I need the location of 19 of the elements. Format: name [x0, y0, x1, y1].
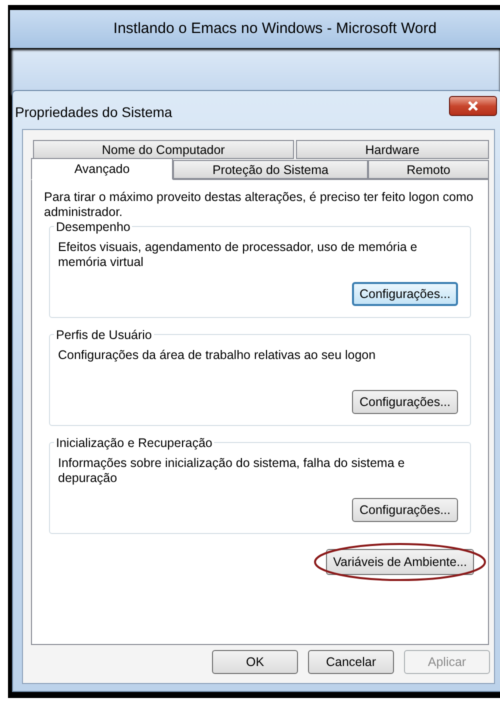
tab[interactable]: Nome do Computador [33, 140, 294, 159]
notice-text: Para tirar o máximo proveito destas alterações, é preciso ter feito logon como administrador. [43, 189, 474, 220]
dialog-button[interactable]: Cancelar [308, 650, 394, 674]
settings-button[interactable]: Configurações... [352, 498, 458, 522]
dialog-title: Propriedades do Sistema [15, 102, 172, 122]
tab[interactable]: Avançado [31, 158, 173, 180]
group-description: Efeitos visuais, agendamento de processador, uso de memória e memória virtual [58, 240, 418, 270]
window-title: Instlando o Emacs no Windows - Microsoft Word [113, 18, 437, 39]
close-icon [467, 101, 479, 111]
environment-variables-button[interactable]: Variáveis de Ambiente... [326, 549, 474, 575]
dialog-button[interactable]: OK [212, 650, 298, 674]
group-description: Configurações da área de trabalho relativas ao seu logon [58, 348, 377, 363]
settings-button[interactable]: Configurações... [352, 390, 458, 414]
settings-button[interactable]: Configurações... [352, 282, 458, 306]
tab[interactable]: Hardware [296, 140, 489, 159]
close-button[interactable] [449, 96, 497, 116]
group-description: Informações sobre inicialização do sistema, falha do sistema e depuração [58, 456, 406, 486]
tab[interactable]: Proteção do Sistema [173, 160, 368, 179]
tab[interactable]: Remoto [368, 160, 489, 179]
